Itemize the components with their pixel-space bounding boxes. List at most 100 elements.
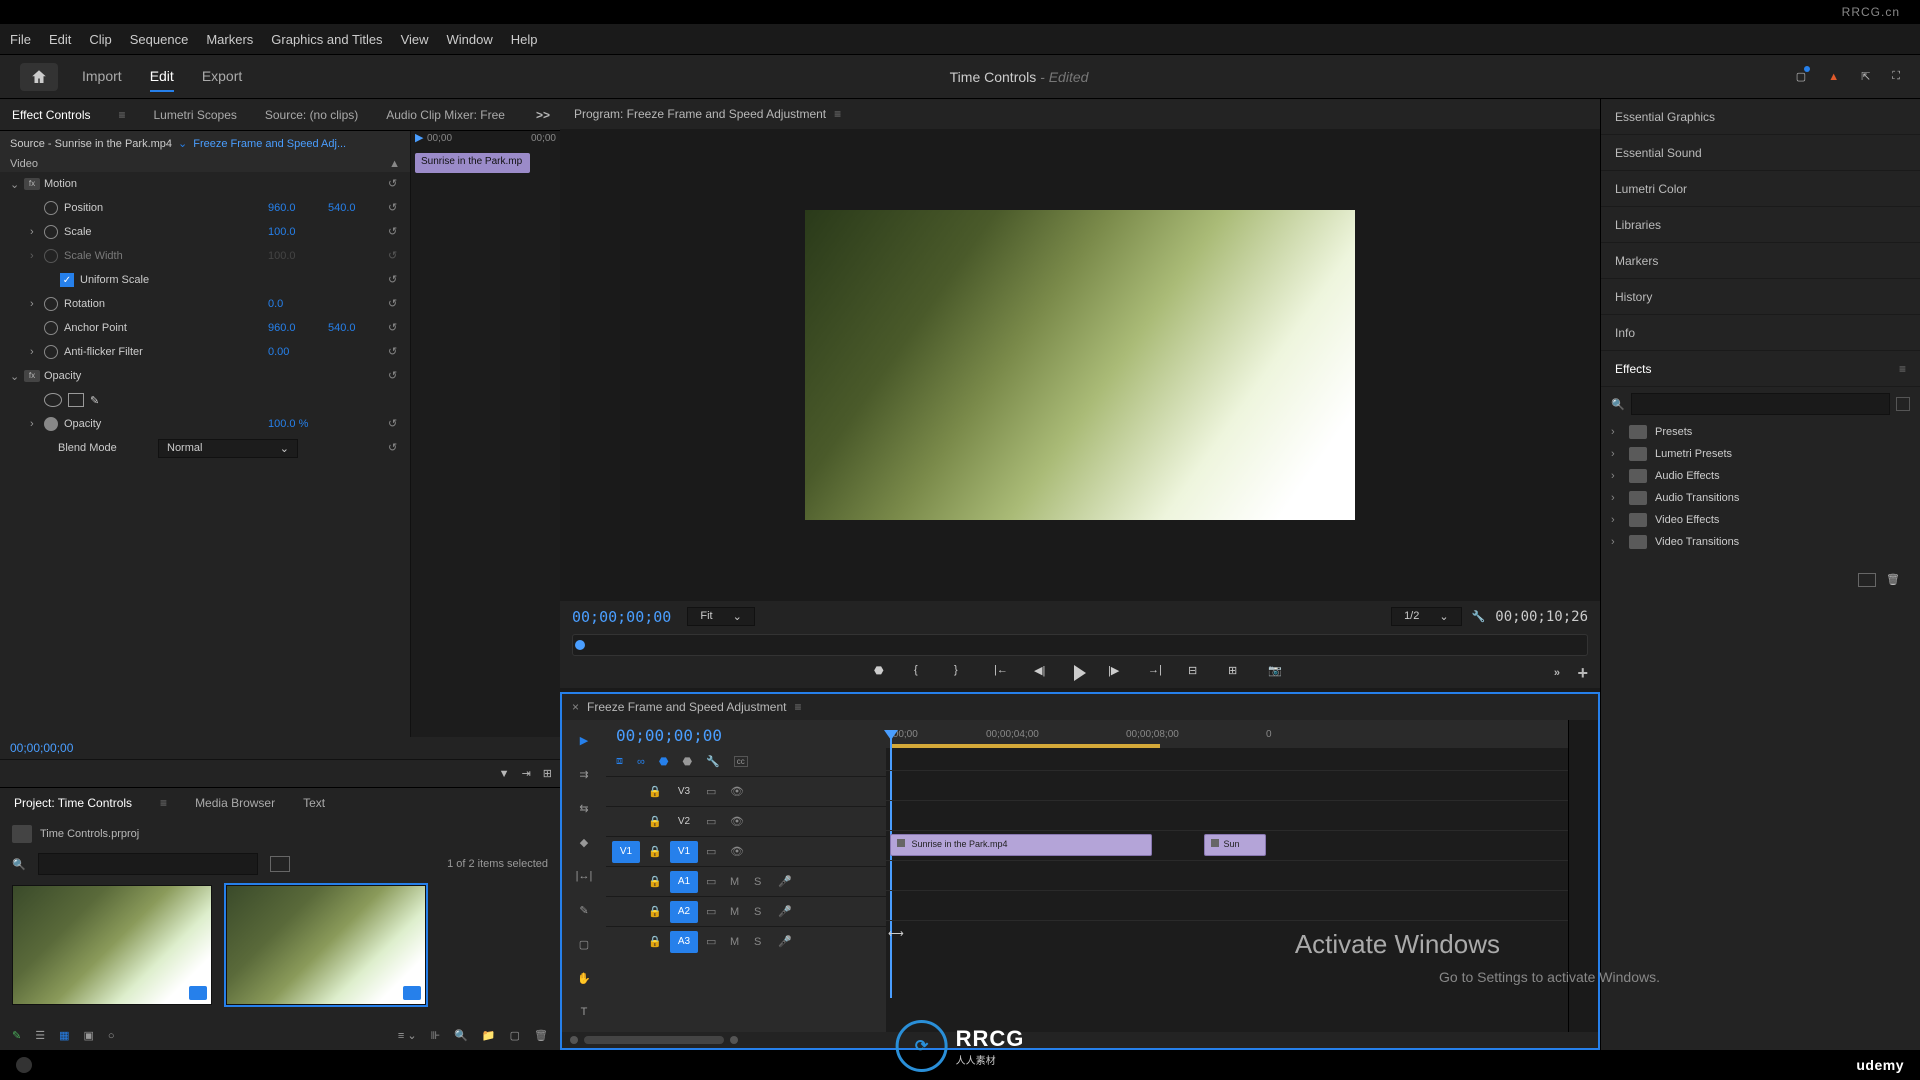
zoom-slider-dot[interactable]: ○ <box>108 1030 115 1042</box>
reset-icon[interactable]: ↺ <box>388 417 406 431</box>
rect-mask-icon[interactable] <box>68 393 84 407</box>
menu-clip[interactable]: Clip <box>89 32 111 47</box>
reset-icon[interactable]: ↺ <box>388 297 406 311</box>
source-tabs-overflow[interactable]: >> <box>536 108 550 122</box>
effects-folder[interactable]: ›Video Effects <box>1611 509 1910 531</box>
stopwatch-icon[interactable] <box>44 345 58 359</box>
find-icon[interactable]: 🔍 <box>454 1029 468 1042</box>
toggle-sync-icon[interactable]: ▭ <box>706 905 722 918</box>
marker-button[interactable]: ⬣ <box>874 664 892 682</box>
new-bin-icon[interactable] <box>270 856 290 872</box>
stopwatch-icon[interactable] <box>44 201 58 215</box>
panel-libraries[interactable]: Libraries <box>1601 207 1920 243</box>
toggle-sync-icon[interactable]: ▭ <box>706 845 722 858</box>
scale-value[interactable]: 100.0 <box>268 226 328 238</box>
solo-button[interactable]: S <box>754 906 770 918</box>
tab-media-browser[interactable]: Media Browser <box>195 796 275 810</box>
anchor-y-value[interactable]: 540.0 <box>328 322 388 334</box>
fullscreen-icon[interactable]: ⛶ <box>1892 70 1900 83</box>
tab-import[interactable]: Import <box>82 62 122 92</box>
voiceover-icon[interactable]: 🎤 <box>778 875 794 888</box>
tab-lumetri-scopes[interactable]: Lumetri Scopes <box>154 108 237 122</box>
tab-effect-controls[interactable]: Effect Controls <box>12 108 90 122</box>
track-header-v2[interactable]: 🔒 V2 ▭ 👁 <box>606 806 886 836</box>
fx-badge[interactable]: fx <box>24 370 40 382</box>
menu-help[interactable]: Help <box>511 32 538 47</box>
track-name[interactable]: V2 <box>670 811 698 833</box>
effects-search-input[interactable] <box>1631 393 1890 415</box>
tab-source-noclips[interactable]: Source: (no clips) <box>265 108 358 122</box>
lift-button[interactable]: ⊟ <box>1188 664 1206 682</box>
lock-icon[interactable]: 🔒 <box>648 785 662 798</box>
opacity-value[interactable]: 100.0 % <box>268 418 328 430</box>
timeline-sequence-title[interactable]: Freeze Frame and Speed Adjustment <box>587 700 786 714</box>
twisty-icon[interactable]: › <box>30 226 44 238</box>
menu-file[interactable]: File <box>10 32 31 47</box>
settings-icon[interactable]: ⬣ <box>682 755 692 768</box>
tab-project[interactable]: Project: Time Controls <box>14 796 132 810</box>
hand-tool[interactable]: ✋ <box>574 968 594 988</box>
go-to-in-button[interactable]: |← <box>994 664 1012 682</box>
solo-button[interactable]: S <box>754 936 770 948</box>
slip-tool[interactable]: |↔| <box>574 866 594 886</box>
tab-edit[interactable]: Edit <box>150 62 174 92</box>
sort-icon[interactable]: ≡ ⌄ <box>398 1029 417 1042</box>
ec-timecode[interactable]: 00;00;00;00 <box>0 737 560 759</box>
wrench-icon[interactable]: 🔧 <box>706 755 720 768</box>
settings-icon[interactable]: ⊞ <box>543 767 552 780</box>
toggle-output-icon[interactable]: 👁 <box>730 815 746 828</box>
step-forward-button[interactable]: |▶ <box>1108 664 1126 682</box>
home-button[interactable] <box>20 63 58 91</box>
snap-icon[interactable]: ⧈ <box>616 755 623 768</box>
new-bin-icon[interactable] <box>1858 573 1876 587</box>
icon-view-icon[interactable]: ▦ <box>59 1029 69 1042</box>
position-x-value[interactable]: 960.0 <box>268 202 328 214</box>
lock-icon[interactable]: 🔒 <box>648 845 662 858</box>
warning-icon[interactable]: ▲ <box>1828 71 1839 83</box>
zoom-handle[interactable] <box>730 1036 738 1044</box>
track-lane-a1[interactable] <box>886 860 1568 890</box>
playhead-icon[interactable]: ▶ <box>415 131 423 144</box>
program-scrubber[interactable] <box>572 634 1588 656</box>
timeline-clip[interactable]: Sunrise in the Park.mp4 <box>890 834 1152 856</box>
ripple-edit-tool[interactable]: ⇆ <box>574 798 594 818</box>
project-search-input[interactable] <box>38 853 258 875</box>
track-lane-a2[interactable] <box>886 890 1568 920</box>
ec-opacity-row[interactable]: ⌄ fx Opacity ↺ <box>0 364 410 388</box>
stopwatch-icon[interactable] <box>44 297 58 311</box>
program-timecode[interactable]: 00;00;00;00 <box>572 608 671 626</box>
menu-graphics[interactable]: Graphics and Titles <box>271 32 382 47</box>
mark-out-button[interactable]: } <box>954 664 972 682</box>
pen-tool[interactable]: ✎ <box>574 900 594 920</box>
extract-button[interactable]: ⊞ <box>1228 664 1246 682</box>
collapse-icon[interactable]: ▲ <box>389 158 400 170</box>
effects-folder[interactable]: ›Video Transitions <box>1611 531 1910 553</box>
panel-history[interactable]: History <box>1601 279 1920 315</box>
toggle-output-icon[interactable]: 👁 <box>730 845 746 858</box>
track-target-a3[interactable]: A3 <box>670 931 698 953</box>
effects-folder[interactable]: ›Audio Transitions <box>1611 487 1910 509</box>
selection-tool[interactable]: ▶ <box>574 730 594 750</box>
reset-icon[interactable]: ↺ <box>388 345 406 359</box>
timeline-timecode[interactable]: 00;00;00;00 <box>606 720 886 751</box>
panel-essential-graphics[interactable]: Essential Graphics <box>1601 99 1920 135</box>
track-lane-v1[interactable]: Sunrise in the Park.mp4 Sun <box>886 830 1568 860</box>
mark-in-button[interactable]: { <box>914 664 932 682</box>
chevron-down-icon[interactable]: ⌄ <box>178 137 187 150</box>
timeline-clip[interactable]: Sun <box>1204 834 1266 856</box>
voiceover-icon[interactable]: 🎤 <box>778 935 794 948</box>
step-back-button[interactable]: ◀| <box>1034 664 1052 682</box>
toggle-sync-icon[interactable]: ▭ <box>706 785 722 798</box>
twisty-icon[interactable]: ⌄ <box>10 178 24 191</box>
track-lane-v3[interactable] <box>886 770 1568 800</box>
go-to-out-button[interactable]: →| <box>1148 664 1166 682</box>
rotation-value[interactable]: 0.0 <box>268 298 328 310</box>
ec-mini-timeline[interactable]: ▶ 00;00 00;00 Sunrise in the Park.mp <box>410 131 560 737</box>
toggle-sync-icon[interactable]: ▭ <box>706 815 722 828</box>
caption-icon[interactable]: cc <box>734 756 748 767</box>
program-video-preview[interactable] <box>805 210 1355 520</box>
wrench-icon[interactable]: 🔧 <box>1472 610 1486 623</box>
toggle-sync-icon[interactable]: ▭ <box>706 935 722 948</box>
effects-folder[interactable]: ›Lumetri Presets <box>1611 443 1910 465</box>
menu-sequence[interactable]: Sequence <box>130 32 189 47</box>
